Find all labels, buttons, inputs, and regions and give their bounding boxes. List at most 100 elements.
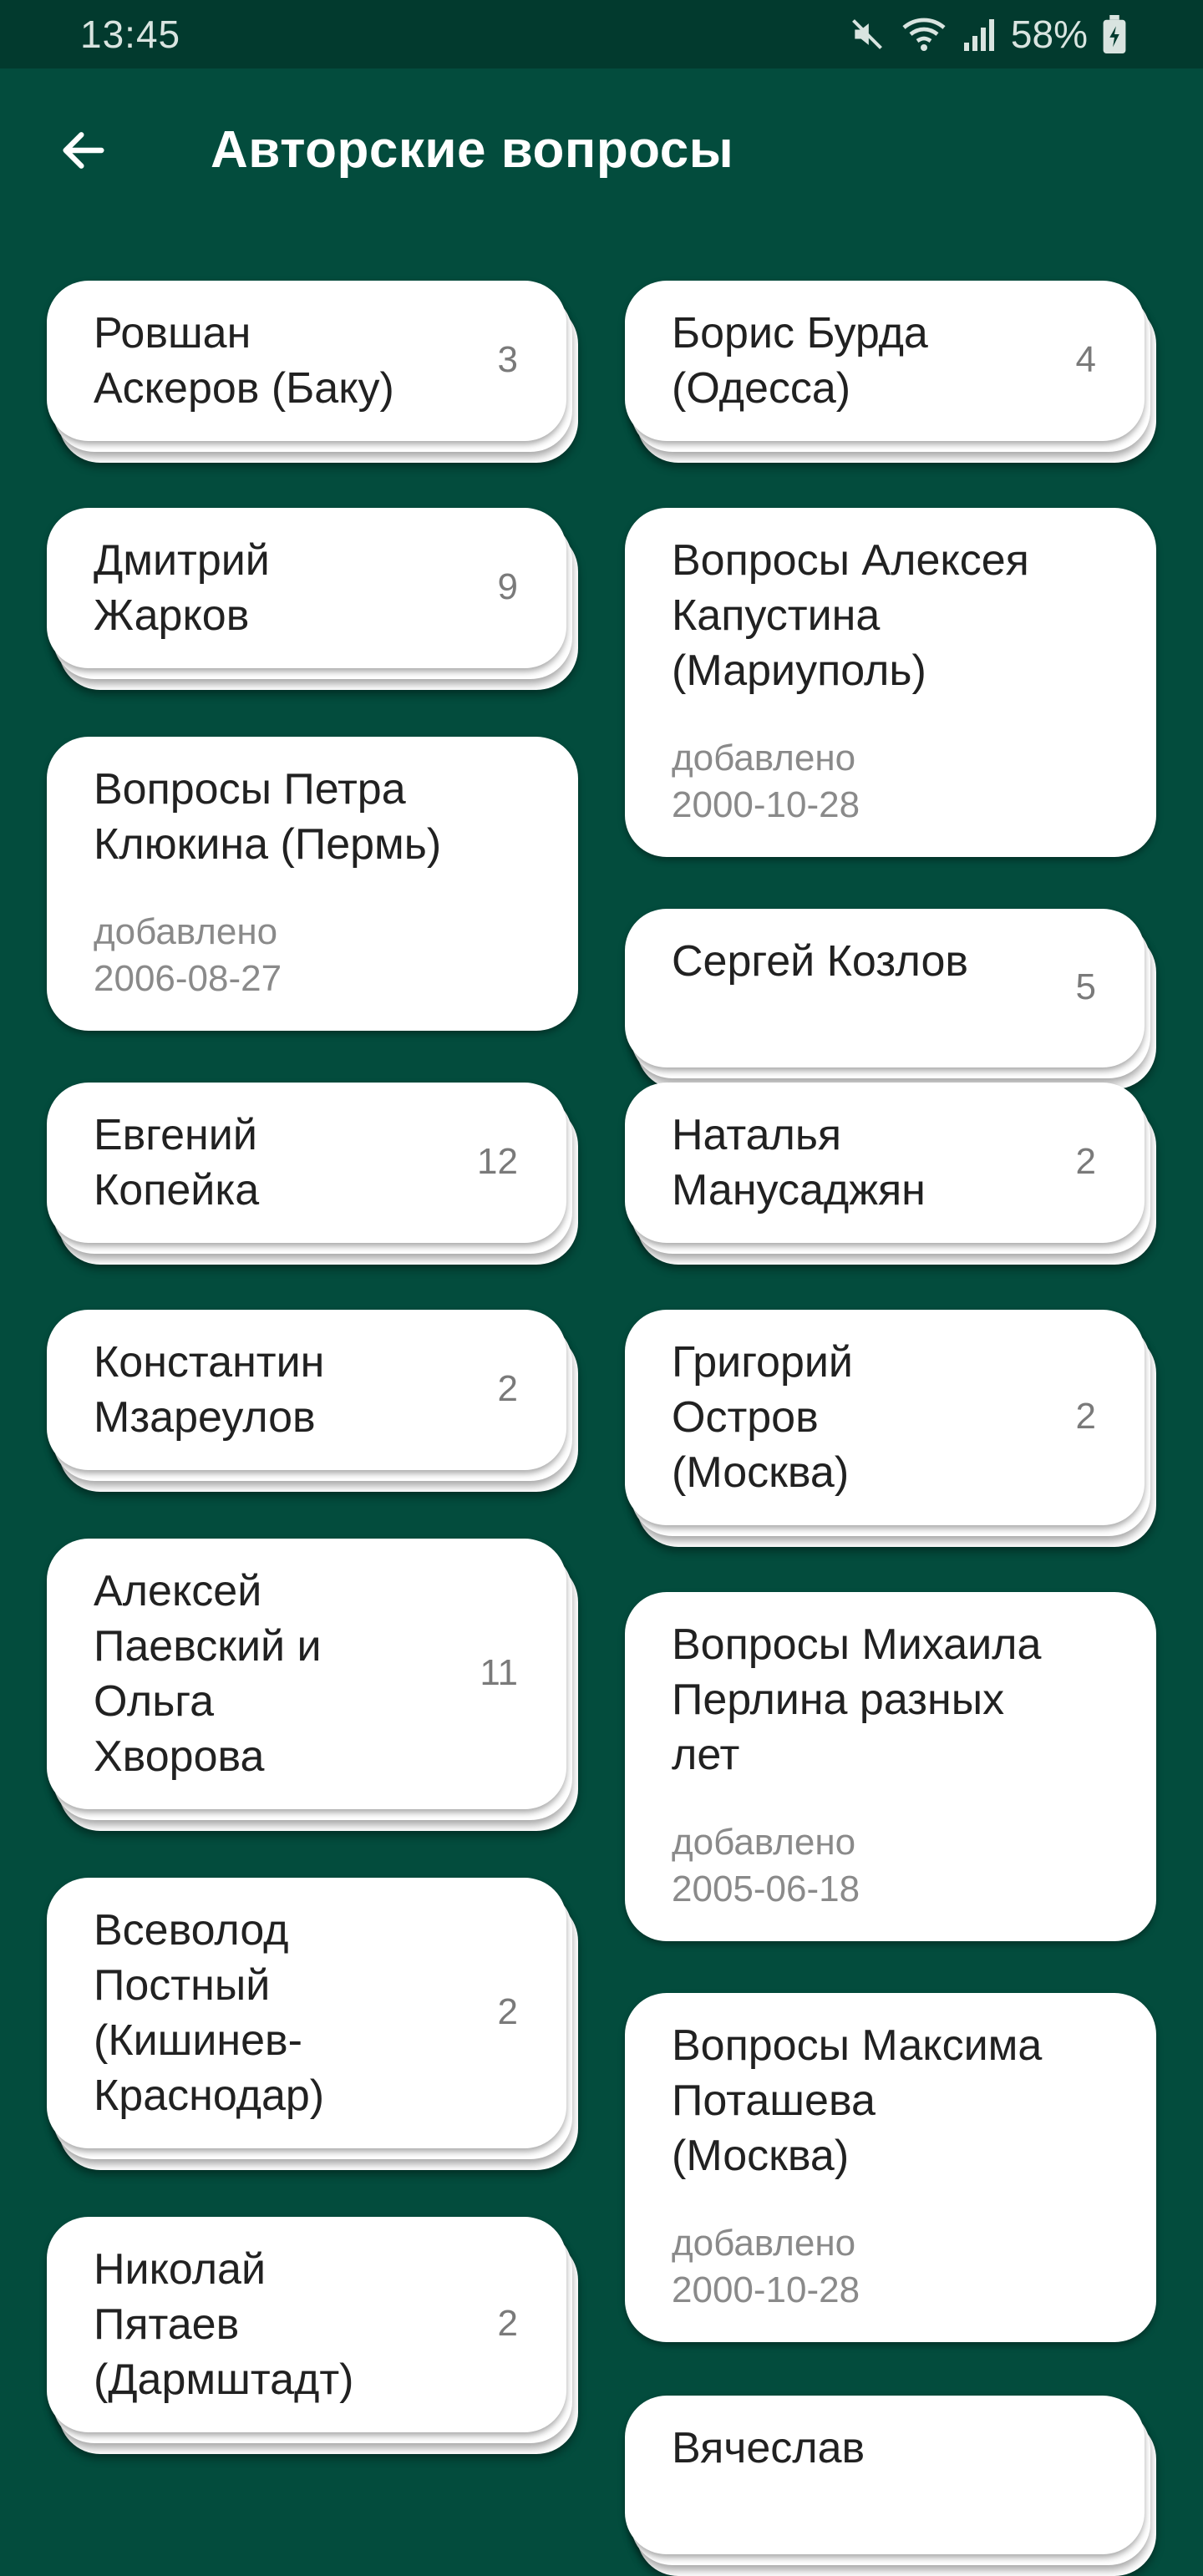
author-card[interactable]: Алексей Паевский и Ольга Хворова 11 xyxy=(47,1539,578,1831)
card-count: 2 xyxy=(497,1991,518,2032)
author-card[interactable]: Дмитрий Жарков 9 xyxy=(47,508,578,690)
card-face[interactable]: Сергей Козлов 5 xyxy=(625,909,1145,1067)
card-title-line: Перлина разных xyxy=(672,1676,1005,1724)
card-title-line: Наталья xyxy=(672,1111,842,1159)
card-title-line: Вопросы Михаила xyxy=(672,1620,1042,1669)
card-face[interactable]: Григорий Остров (Москва) 2 xyxy=(625,1310,1145,1525)
card-title: Сергей Козлов xyxy=(672,934,968,989)
card-title: Дмитрий Жарков xyxy=(94,533,270,643)
card-face[interactable]: Алексей Паевский и Ольга Хворова 11 xyxy=(47,1539,566,1809)
mute-icon xyxy=(849,16,886,53)
card-count: 11 xyxy=(480,1652,518,1693)
card-title-line: Копейка xyxy=(94,1166,260,1214)
card-title-line: Хворова xyxy=(94,1732,265,1781)
card-title-line: Остров xyxy=(672,1393,819,1442)
card-title-line: Краснодар) xyxy=(94,2071,325,2120)
card-count: 2 xyxy=(497,1368,518,1409)
author-card[interactable]: Вопросы Максима Поташева (Москва) добавлено… xyxy=(625,1993,1156,2342)
status-icons: 58% xyxy=(849,12,1126,57)
card-face[interactable]: Борис Бурда (Одесса) 4 xyxy=(625,281,1145,441)
card-title: Вопросы Алексея Капустина (Мариуполь) xyxy=(672,533,1029,698)
status-time: 13:45 xyxy=(80,13,181,56)
card-title: Вопросы Петра Клюкина (Пермь) xyxy=(94,762,441,872)
date-label: добавлено xyxy=(672,738,856,778)
card-face[interactable]: Евгений Копейка 12 xyxy=(47,1083,566,1243)
card-title-line: (Москва) xyxy=(672,1448,850,1497)
author-card[interactable]: Наталья Манусаджян 2 xyxy=(625,1083,1156,1265)
card-title-line: Клюкина (Пермь) xyxy=(94,820,442,869)
author-card[interactable]: Вопросы Петра Клюкина (Пермь) добавлено 200… xyxy=(47,737,578,1031)
card-title-line: Григорий xyxy=(672,1338,853,1387)
card-face[interactable]: Всеволод Постный (Кишинев- Краснодар) 2 xyxy=(47,1878,566,2148)
card-face[interactable]: Вопросы Петра Клюкина (Пермь) добавлено 200… xyxy=(47,737,578,1031)
author-card[interactable]: Николай Пятаев (Дармштадт) 2 xyxy=(47,2217,578,2454)
author-card[interactable]: Всеволод Постный (Кишинев- Краснодар) 2 xyxy=(47,1878,578,2170)
card-title: Ровшан Аскеров (Баку) xyxy=(94,306,394,416)
signal-icon xyxy=(962,16,996,53)
card-count: 4 xyxy=(1075,339,1096,380)
card-title: Наталья Манусаджян xyxy=(672,1108,926,1218)
author-card[interactable]: Евгений Копейка 12 xyxy=(47,1083,578,1265)
card-date-block: добавлено 2000-10-28 xyxy=(672,735,860,829)
card-title-line: Аскеров (Баку) xyxy=(94,364,394,413)
card-title: Алексей Паевский и Ольга Хворова xyxy=(94,1564,322,1784)
card-title-line: Пятаев xyxy=(94,2300,240,2349)
arrow-left-icon xyxy=(57,124,110,181)
author-card[interactable]: Константин Мзареулов 2 xyxy=(47,1310,578,1492)
card-title-line: Вопросы Петра xyxy=(94,765,406,814)
card-face[interactable]: Дмитрий Жарков 9 xyxy=(47,508,566,668)
card-title-line: Капустина xyxy=(672,591,881,640)
card-title-line: Манусаджян xyxy=(672,1166,926,1214)
card-title: Вопросы Михаила Перлина разных лет xyxy=(672,1617,1041,1782)
card-title-line: Дмитрий xyxy=(94,536,270,585)
card-count: 3 xyxy=(497,339,518,380)
card-count: 9 xyxy=(497,566,518,607)
card-title-line: лет xyxy=(672,1731,740,1779)
card-title-line: Паевский и xyxy=(94,1622,322,1671)
date-value: 2000-10-28 xyxy=(672,784,860,825)
author-card[interactable]: Вячеслав xyxy=(625,2396,1156,2576)
date-label: добавлено xyxy=(672,2223,856,2264)
card-title: Вопросы Максима Поташева (Москва) xyxy=(672,2018,1042,2183)
card-face[interactable]: Ровшан Аскеров (Баку) 3 xyxy=(47,281,566,441)
card-title-line: Ольга xyxy=(94,1677,215,1726)
author-card[interactable]: Вопросы Михаила Перлина разных лет добавлен… xyxy=(625,1592,1156,1941)
card-title: Григорий Остров (Москва) xyxy=(672,1335,853,1500)
card-face[interactable]: Николай Пятаев (Дармштадт) 2 xyxy=(47,2217,566,2432)
card-face[interactable]: Вопросы Алексея Капустина (Мариуполь) добав… xyxy=(625,508,1156,857)
card-face[interactable]: Вячеслав xyxy=(625,2396,1145,2554)
card-face[interactable]: Вопросы Михаила Перлина разных лет добавлен… xyxy=(625,1592,1156,1941)
date-value: 2005-06-18 xyxy=(672,1869,860,1909)
card-face[interactable]: Константин Мзареулов 2 xyxy=(47,1310,566,1470)
card-title-line: Алексей xyxy=(94,1567,262,1615)
card-count: 12 xyxy=(477,1141,518,1182)
card-title-line: (Кишинев- xyxy=(94,2016,302,2065)
back-button[interactable] xyxy=(42,110,125,194)
card-title-line: Борис Бурда xyxy=(672,309,928,357)
wifi-icon xyxy=(901,16,947,53)
author-card[interactable]: Григорий Остров (Москва) 2 xyxy=(625,1310,1156,1547)
app-bar: Авторские вопросы xyxy=(0,68,1203,236)
card-face[interactable]: Наталья Манусаджян 2 xyxy=(625,1083,1145,1243)
date-label: добавлено xyxy=(672,1822,856,1863)
page-title: Авторские вопросы xyxy=(211,121,734,179)
author-card[interactable]: Борис Бурда (Одесса) 4 xyxy=(625,281,1156,463)
card-count: 2 xyxy=(1075,1396,1096,1437)
battery-icon xyxy=(1103,15,1126,53)
battery-percent: 58% xyxy=(1010,13,1088,56)
card-title-line: Жарков xyxy=(94,591,250,640)
card-title-line: (Мариуполь) xyxy=(672,647,926,695)
status-bar: 13:45 58% xyxy=(0,0,1203,68)
card-face[interactable]: Вопросы Максима Поташева (Москва) добавлено… xyxy=(625,1993,1156,2342)
date-label: добавлено xyxy=(94,911,278,952)
author-card[interactable]: Вопросы Алексея Капустина (Мариуполь) добав… xyxy=(625,508,1156,857)
author-card[interactable]: Ровшан Аскеров (Баку) 3 xyxy=(47,281,578,463)
card-title-line: Мзареулов xyxy=(94,1393,316,1442)
card-title-line: (Одесса) xyxy=(672,364,851,413)
card-title-line: Ровшан xyxy=(94,309,251,357)
card-title-line: Всеволод xyxy=(94,1906,289,1955)
author-card[interactable]: Сергей Козлов 5 xyxy=(625,909,1156,1089)
card-title: Константин Мзареулов xyxy=(94,1335,324,1445)
card-title-line: Постный xyxy=(94,1961,271,2010)
card-title-line: Вячеслав xyxy=(672,2424,865,2472)
